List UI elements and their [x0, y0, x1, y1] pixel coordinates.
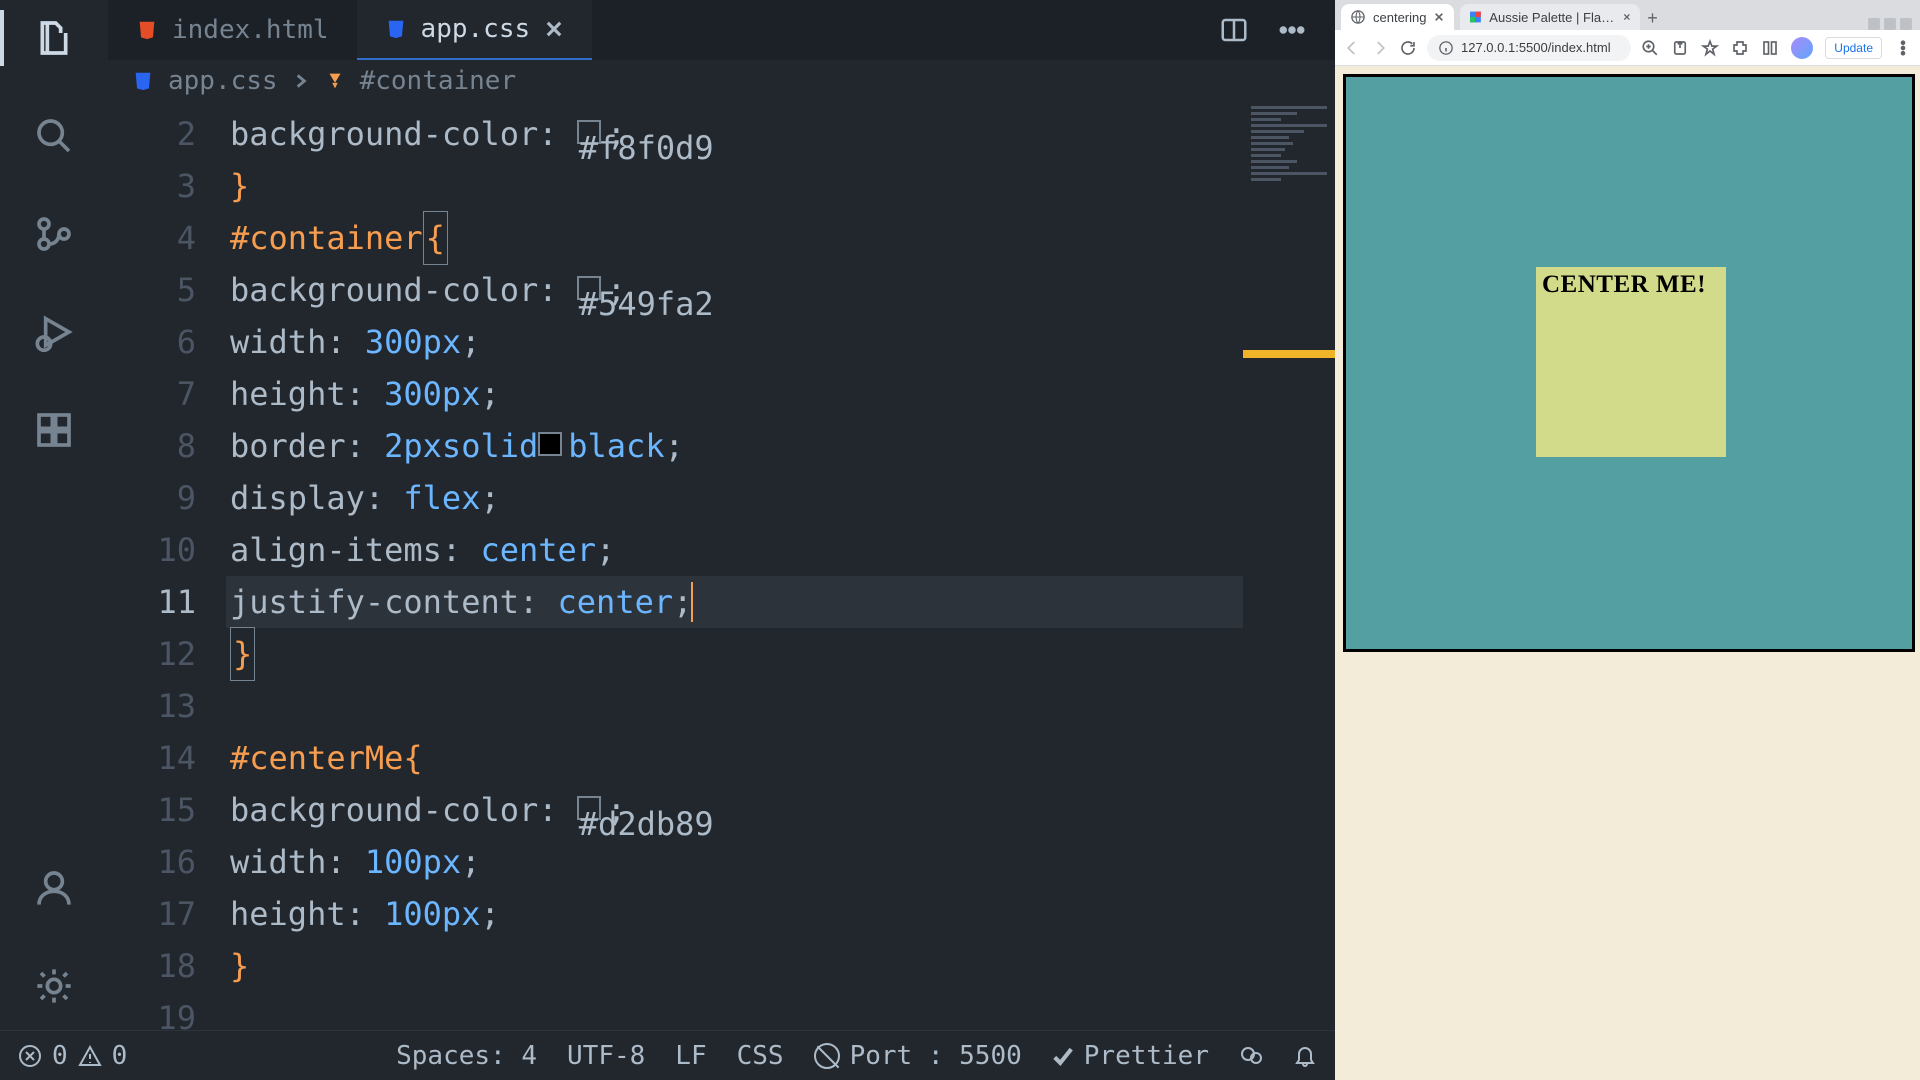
- line-number-gutter: 2345678910111213141516171819: [108, 102, 226, 1030]
- update-button[interactable]: Update: [1825, 37, 1882, 59]
- chrome-menu-icon[interactable]: [1894, 39, 1912, 57]
- reload-icon[interactable]: [1399, 39, 1417, 57]
- split-editor-icon[interactable]: [1219, 15, 1249, 45]
- broadcast-icon: [814, 1043, 840, 1069]
- activity-bar: [0, 0, 108, 1030]
- center-me-heading: CENTER ME!: [1536, 267, 1726, 299]
- chrome-window: centering Aussie Palette | Flat UI Colo …: [1335, 0, 1920, 1080]
- center-me-div: CENTER ME!: [1536, 267, 1726, 457]
- tab-app-css[interactable]: app.css: [357, 0, 593, 60]
- reading-list-icon[interactable]: [1761, 39, 1779, 57]
- chrome-toolbar: 127.0.0.1:5500/index.html Update: [1335, 30, 1920, 66]
- tab-label: index.html: [172, 15, 329, 45]
- feedback-icon[interactable]: [1239, 1044, 1263, 1068]
- minimap[interactable]: [1243, 102, 1335, 1030]
- css-file-icon: [385, 18, 407, 40]
- warning-icon: [78, 1044, 102, 1068]
- status-live-server[interactable]: Port : 5500: [814, 1041, 1022, 1071]
- source-control-icon[interactable]: [34, 214, 74, 258]
- settings-gear-icon[interactable]: [34, 966, 74, 1010]
- window-controls[interactable]: [1868, 14, 1920, 30]
- status-prettier[interactable]: Prettier: [1052, 1041, 1209, 1071]
- status-encoding[interactable]: UTF-8: [567, 1041, 645, 1071]
- code-area[interactable]: background-color: #f8f0d9;}#container { …: [226, 102, 1335, 1030]
- explorer-icon[interactable]: [34, 18, 74, 62]
- close-icon[interactable]: [1623, 12, 1631, 22]
- extensions-puzzle-icon[interactable]: [1731, 39, 1749, 57]
- container-div: CENTER ME!: [1343, 74, 1915, 652]
- html-file-icon: [136, 19, 158, 41]
- status-eol[interactable]: LF: [675, 1041, 706, 1071]
- breadcrumb-file: app.css: [168, 66, 278, 96]
- page-viewport: CENTER ME!: [1335, 66, 1920, 1080]
- extensions-icon[interactable]: [34, 410, 74, 454]
- more-actions-icon[interactable]: [1277, 15, 1307, 45]
- info-icon: [1439, 41, 1453, 55]
- account-icon[interactable]: [34, 868, 74, 912]
- forward-icon[interactable]: [1371, 39, 1389, 57]
- back-icon[interactable]: [1343, 39, 1361, 57]
- palette-favicon: [1470, 10, 1481, 24]
- tab-label: app.css: [421, 14, 531, 44]
- breadcrumb-symbol: #container: [360, 66, 517, 96]
- chevron-right-icon: [292, 72, 310, 90]
- status-spaces[interactable]: Spaces: 4: [396, 1041, 537, 1071]
- share-icon[interactable]: [1671, 39, 1689, 57]
- search-icon[interactable]: [34, 116, 74, 160]
- address-bar[interactable]: 127.0.0.1:5500/index.html: [1427, 35, 1631, 61]
- browser-tab-title: centering: [1373, 10, 1426, 25]
- css-file-icon: [132, 70, 154, 92]
- run-debug-icon[interactable]: [34, 312, 74, 356]
- editor-group: index.html app.css app.css #container: [108, 0, 1335, 1030]
- minimap-thumb[interactable]: [1243, 350, 1335, 358]
- browser-tab-palette[interactable]: Aussie Palette | Flat UI Colo: [1460, 4, 1640, 30]
- check-icon: [1052, 1045, 1074, 1067]
- tab-index-html[interactable]: index.html: [108, 0, 357, 60]
- globe-icon: [1351, 10, 1365, 24]
- bell-icon[interactable]: [1293, 1044, 1317, 1068]
- status-language[interactable]: CSS: [737, 1041, 784, 1071]
- star-icon[interactable]: [1701, 39, 1719, 57]
- close-icon[interactable]: [1434, 12, 1444, 22]
- breadcrumb[interactable]: app.css #container: [108, 60, 1335, 102]
- error-icon: [18, 1044, 42, 1068]
- zoom-icon[interactable]: [1641, 39, 1659, 57]
- status-problems[interactable]: 0 0: [18, 1041, 127, 1071]
- profile-avatar[interactable]: [1791, 37, 1813, 59]
- vscode-window: index.html app.css app.css #container: [0, 0, 1335, 1080]
- new-tab-button[interactable]: +: [1640, 6, 1664, 30]
- tab-bar: index.html app.css: [108, 0, 1335, 60]
- browser-tab-title: Aussie Palette | Flat UI Colo: [1489, 10, 1614, 25]
- close-icon[interactable]: [544, 19, 564, 39]
- url-text: 127.0.0.1:5500/index.html: [1461, 40, 1611, 55]
- symbol-id-icon: [324, 70, 346, 92]
- editor-body[interactable]: 2345678910111213141516171819 background-…: [108, 102, 1335, 1030]
- chrome-tab-strip: centering Aussie Palette | Flat UI Colo …: [1335, 0, 1920, 30]
- browser-tab-centering[interactable]: centering: [1341, 4, 1454, 30]
